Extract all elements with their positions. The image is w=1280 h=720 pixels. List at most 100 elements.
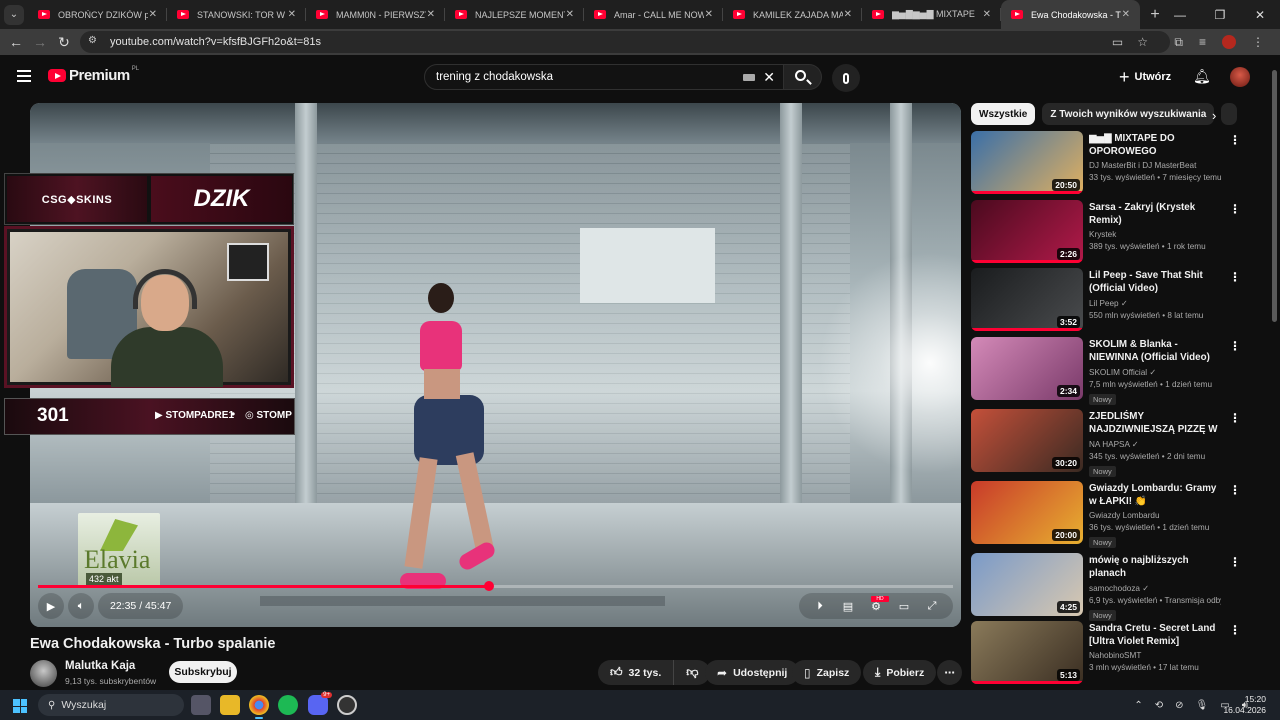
account-avatar[interactable] [1230, 67, 1250, 87]
play-button[interactable]: ▶ [38, 593, 64, 619]
seek-bar[interactable] [38, 581, 953, 591]
video-title[interactable]: mówię o najbliższych planach [1089, 554, 1221, 580]
filter-chip[interactable] [1221, 103, 1238, 125]
close-tab-icon[interactable]: ✕ [288, 9, 296, 20]
browser-menu-icon[interactable]: ⋮ [1252, 35, 1264, 49]
recommended-video[interactable]: 20:00 Gwiazdy Lombardu: Gramy w ŁAPKI! 👏 G… [971, 481, 1243, 548]
more-options-icon[interactable]: ⋮ [1229, 555, 1241, 569]
video-thumbnail[interactable]: 30:20 [971, 409, 1083, 472]
more-options-icon[interactable]: ⋮ [1229, 202, 1241, 216]
close-tab-icon[interactable]: ✕ [1122, 9, 1130, 20]
more-options-icon[interactable]: ⋮ [1229, 339, 1241, 353]
recommended-video[interactable]: 4:25 mówię o najbliższych planach samochod… [971, 553, 1243, 621]
more-options-icon[interactable]: ⋮ [1229, 623, 1241, 637]
video-title[interactable]: Sarsa - Zakryj (Krystek Remix) [1089, 201, 1221, 227]
download-button[interactable]: ⤓ Pobierz [863, 660, 937, 685]
forward-button[interactable]: → [28, 34, 52, 50]
create-button[interactable]: + Utwórz [1119, 66, 1171, 88]
more-options-icon[interactable]: ⋮ [1229, 133, 1241, 147]
channel-name[interactable]: Gwiazdy Lombardu [1089, 511, 1221, 520]
browser-tab[interactable]: STANOWSKI: TOR W POZN✕ [167, 0, 306, 29]
like-button[interactable]: 👍︎ 32 tys. [598, 660, 675, 685]
tab-search-button[interactable]: ⌄ [4, 4, 24, 25]
channel-name[interactable]: SKOLIM Official ✓ [1089, 367, 1221, 377]
video-thumbnail[interactable]: 2:26 [971, 200, 1083, 263]
profile-avatar[interactable] [1222, 35, 1236, 49]
video-thumbnail[interactable]: 4:25 [971, 553, 1083, 616]
reload-button[interactable]: ↻ [52, 34, 76, 51]
video-title[interactable]: SKOLIM & Blanka - NIEWINNA (Official Vid… [1089, 338, 1221, 364]
recommended-video[interactable]: 2:34 SKOLIM & Blanka - NIEWINNA (Official… [971, 337, 1243, 405]
channel-name[interactable]: Lil Peep ✓ [1089, 298, 1221, 308]
close-tab-icon[interactable]: ✕ [844, 9, 852, 20]
chrome-icon[interactable] [249, 695, 269, 719]
video-title[interactable]: ZJEDLIŚMY NAJDZIWNIEJSZĄ PIZZĘ W POZNANI… [1089, 410, 1221, 436]
recommended-video[interactable]: 20:50 ▆▅▇ MIXTAPE DO OPOROWEGO PILNOWANIA… [971, 131, 1243, 195]
more-options-icon[interactable]: ⋮ [1229, 270, 1241, 284]
menu-icon[interactable] [17, 70, 31, 82]
video-title[interactable]: Gwiazdy Lombardu: Gramy w ŁAPKI! 👏 [1089, 482, 1221, 508]
omnibox[interactable]: ⚙ youtube.com/watch?v=kfsfBJGFh2o&t=81s … [80, 31, 1170, 53]
browser-tab[interactable]: ▆▅▇▆▅▇ MIXTAPE ✕ [862, 0, 1001, 29]
close-tab-icon[interactable]: ✕ [427, 9, 435, 20]
search-button[interactable] [784, 64, 822, 90]
extensions-icon[interactable]: ⧉ [1174, 35, 1183, 50]
recommended-video[interactable]: 30:20 ZJEDLIŚMY NAJDZIWNIEJSZĄ PIZZĘ W PO… [971, 409, 1243, 477]
youtube-premium-logo[interactable]: Premium PL [48, 66, 139, 84]
recommended-video[interactable]: 5:13 Sandra Cretu - Secret Land [Ultra Vi… [971, 621, 1243, 685]
search-input[interactable]: trening z chodakowska ✕ [424, 64, 784, 90]
close-window-button[interactable]: ✕ [1240, 0, 1280, 29]
discord-icon[interactable]: 9+ [308, 692, 332, 715]
chevron-right-icon[interactable]: › [1212, 108, 1216, 123]
back-button[interactable]: ← [4, 34, 28, 50]
video-thumbnail[interactable]: 2:34 [971, 337, 1083, 400]
close-tab-icon[interactable]: ✕ [705, 9, 713, 20]
browser-tab[interactable]: Amar - CALL ME NOW - Y✕ [584, 0, 723, 29]
more-options-icon[interactable]: ⋮ [1229, 483, 1241, 497]
task-view-icon[interactable] [191, 695, 211, 715]
video-title[interactable]: ▆▅▇ MIXTAPE DO OPOROWEGO PILNOWANIA ... [1089, 132, 1221, 158]
notifications-bell-icon[interactable]: 🔔︎ [1193, 68, 1211, 85]
video-title[interactable]: Lil Peep - Save That Shit (Official Vide… [1089, 269, 1221, 295]
subscribe-button[interactable]: Subskrybuj [169, 661, 237, 683]
browser-tab[interactable]: NAJLEPSZE MOMENTY PO✕ [445, 0, 584, 29]
windows-start-icon[interactable] [13, 699, 27, 713]
share-button[interactable]: ➦ Udostępnij [705, 660, 800, 685]
browser-tab[interactable]: OBROŃCY DZIKÓW pod P✕ [28, 0, 167, 29]
video-thumbnail[interactable]: 20:00 [971, 481, 1083, 544]
save-button[interactable]: ▯ Zapisz [792, 660, 862, 685]
miniplayer-icon[interactable]: ▭ [895, 600, 913, 613]
maximize-button[interactable]: ❐ [1200, 0, 1240, 29]
video-title[interactable]: Sandra Cretu - Secret Land [Ultra Violet… [1089, 622, 1221, 648]
clear-search-icon[interactable]: ✕ [763, 69, 775, 86]
voice-search-button[interactable] [832, 64, 860, 92]
microphone-icon[interactable]: 🎙︎ [1196, 700, 1209, 711]
system-clock[interactable]: 15:20 16.04.2026 [1223, 694, 1266, 716]
channel-name[interactable]: NahobinoSMT [1089, 651, 1221, 660]
filter-chip[interactable]: Z Twoich wyników wyszukiwania [1042, 103, 1215, 125]
close-tab-icon[interactable]: ✕ [149, 9, 157, 20]
channel-name[interactable]: DJ MasterBit i DJ MasterBeat [1089, 161, 1221, 170]
close-tab-icon[interactable]: ✕ [566, 9, 574, 20]
recommended-video[interactable]: 3:52 Lil Peep - Save That Shit (Official … [971, 268, 1243, 332]
close-tab-icon[interactable]: ✕ [983, 9, 991, 20]
file-explorer-icon[interactable] [220, 695, 240, 715]
network-icon[interactable]: ⟲ [1155, 700, 1163, 711]
volume-button[interactable]: 🔈︎ [68, 593, 94, 619]
subtitles-icon[interactable]: ▤ [839, 600, 857, 613]
page-scrollbar[interactable] [1272, 70, 1277, 322]
more-actions-button[interactable]: ⋯ [937, 660, 962, 685]
cast-icon[interactable]: ▭ [1112, 35, 1123, 49]
fullscreen-icon[interactable]: ⤢ [923, 600, 941, 613]
browser-tab[interactable]: KAMILEK ZAJADA MAKO✕ [723, 0, 862, 29]
filter-chip[interactable]: Wszystkie [971, 103, 1036, 125]
browser-tab[interactable]: MAMM0N - PIERWSZY D✕ [306, 0, 445, 29]
keyboard-icon[interactable] [743, 74, 755, 81]
media-control-icon[interactable]: ≡ [1199, 35, 1206, 49]
obs-icon[interactable] [337, 695, 357, 715]
bookmark-star-icon[interactable]: ☆ [1137, 35, 1148, 49]
settings-gear-icon[interactable]: ⚙ HD [867, 595, 889, 613]
tray-overflow-icon[interactable]: ⌃ [1134, 700, 1142, 711]
video-thumbnail[interactable]: 3:52 [971, 268, 1083, 331]
browser-tab[interactable]: Ewa Chodakowska - Turb✕ [1001, 0, 1140, 29]
